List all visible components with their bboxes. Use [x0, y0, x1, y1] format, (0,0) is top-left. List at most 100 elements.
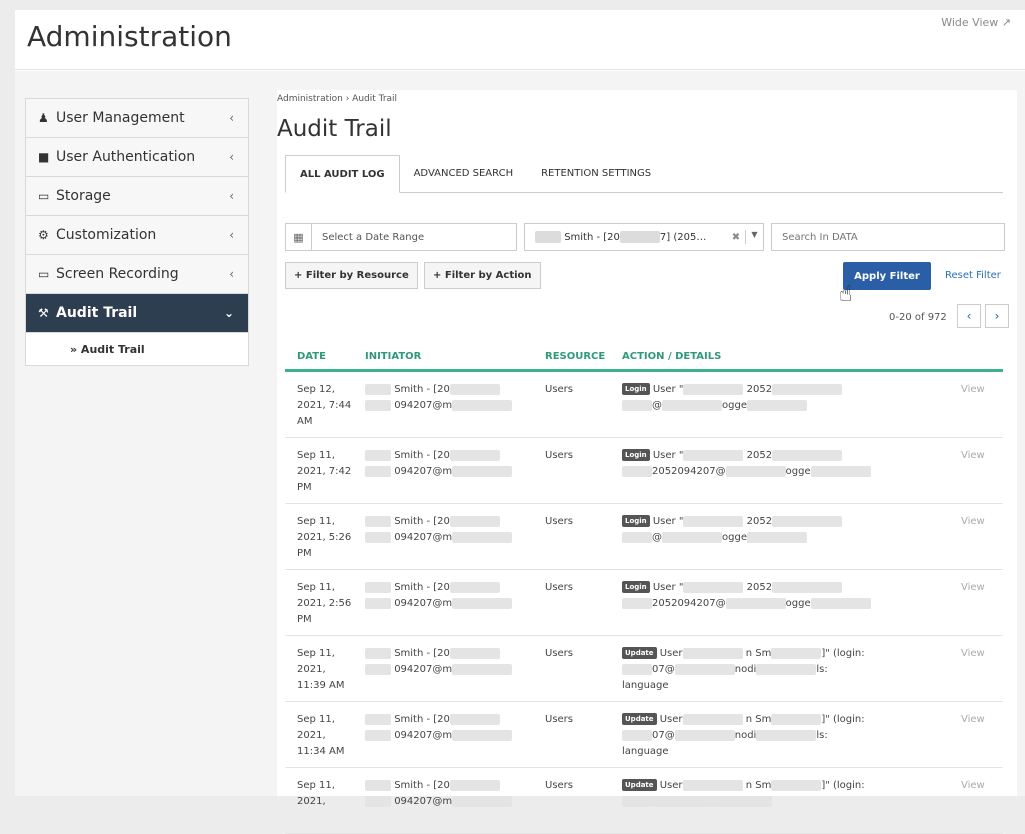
search-data-input[interactable]	[771, 223, 1005, 251]
cell-action-details: Login User " 2052 @ ogge	[618, 514, 951, 546]
action-text: User "	[652, 384, 684, 395]
redacted-block	[365, 581, 391, 593]
chevron-left-icon: ‹	[229, 189, 234, 203]
redacted-block	[662, 531, 722, 543]
sidebar-item-storage[interactable]: ▭ Storage ‹	[26, 177, 248, 216]
redacted-block	[622, 795, 652, 807]
initiator-email: 094207@m	[394, 400, 453, 411]
cell-initiator: Smith - [20 094207@m	[353, 514, 543, 546]
hand-cursor-icon: ☝	[839, 282, 853, 307]
redacted-block	[452, 399, 513, 411]
view-link[interactable]: View	[951, 580, 1003, 596]
redacted-block	[674, 663, 735, 675]
redacted-block	[771, 647, 822, 659]
view-link[interactable]: View	[951, 646, 1003, 662]
column-header-resource[interactable]: RESOURCE	[543, 351, 618, 362]
date-range-picker[interactable]: ▦ Select a Date Range	[285, 223, 517, 251]
redacted-block	[622, 465, 652, 477]
chevron-left-icon: ‹	[966, 309, 972, 323]
redacted-block	[622, 729, 652, 741]
initiator-email: 094207@m	[394, 466, 453, 477]
cell-date: Sep 11, 2021, 2:56 PM	[297, 582, 352, 625]
sidebar-item-label: User Authentication	[56, 149, 196, 165]
sidebar-item-screen-recording[interactable]: ▭ Screen Recording ‹	[26, 255, 248, 294]
redacted-block	[452, 597, 513, 609]
redacted-block	[452, 795, 513, 807]
sidebar-item-customization[interactable]: ⚙ Customization ‹	[26, 216, 248, 255]
chevron-right-icon: ›	[994, 309, 1000, 323]
table-row[interactable]: Sep 11, 2021, 5:26 PM Smith - [20 094207…	[285, 504, 1003, 570]
action-badge: Login	[622, 383, 650, 395]
action-text: User "	[652, 516, 684, 527]
table-row[interactable]: Sep 11, 2021, 2:56 PM Smith - [20 094207…	[285, 570, 1003, 636]
cell-resource: Users	[545, 384, 574, 395]
initiator-email: 094207@m	[394, 532, 453, 543]
table-row[interactable]: Sep 11, 2021, 11:39 AM Smith - [20 09420…	[285, 636, 1003, 702]
redacted-block	[683, 515, 744, 527]
action-text: n Sm	[745, 648, 772, 659]
redacted-block	[365, 515, 391, 527]
sidebar-item-user-management[interactable]: ♟ User Management ‹	[26, 99, 248, 138]
redacted-block	[756, 663, 817, 675]
redacted-block	[622, 663, 652, 675]
table-row[interactable]: Sep 11, 2021, 7:42 PM Smith - [20 094207…	[285, 438, 1003, 504]
chevron-down-icon: ⌄	[223, 306, 234, 320]
redacted-block	[622, 531, 652, 543]
sidebar-item-audit-trail[interactable]: ⚒ Audit Trail ⌄	[26, 294, 248, 333]
view-link[interactable]: View	[951, 514, 1003, 530]
next-page-button[interactable]: ›	[985, 304, 1009, 328]
cell-initiator: Smith - [20 094207@m	[353, 382, 543, 414]
sidebar-subitem-audit-trail[interactable]: » Audit Trail	[26, 333, 248, 365]
main-panel: Administration › Audit Trail Audit Trail…	[277, 90, 1017, 834]
cell-date: Sep 11, 2021, 11:39 AM	[297, 648, 345, 691]
clear-selection-icon[interactable]: ✖	[727, 232, 745, 243]
filter-by-resource-button[interactable]: + Filter by Resource	[285, 262, 418, 289]
view-link[interactable]: View	[951, 382, 1003, 398]
action-badge: Update	[622, 647, 657, 659]
chevron-down-icon[interactable]: ▼	[745, 230, 763, 244]
prev-page-button[interactable]: ‹	[957, 304, 981, 328]
sidebar-item-label: User Management	[56, 110, 185, 126]
chevron-left-icon: ‹	[229, 150, 234, 164]
tab-advanced-search[interactable]: ADVANCED SEARCH	[400, 155, 528, 192]
breadcrumb[interactable]: Administration › Audit Trail	[277, 94, 397, 104]
tab-retention-settings[interactable]: RETENTION SETTINGS	[527, 155, 665, 192]
redacted-block	[712, 795, 772, 807]
initiator-select-tail: 7] (205…	[659, 232, 707, 243]
redacted-block	[365, 795, 391, 807]
view-link[interactable]: View	[951, 712, 1003, 728]
action-text: nodi	[734, 664, 757, 675]
table-row[interactable]: Sep 12, 2021, 7:44 AM Smith - [20 094207…	[285, 372, 1003, 438]
user-icon: ♟	[38, 111, 49, 125]
redacted-block	[449, 713, 500, 725]
chevron-left-icon: ‹	[229, 111, 234, 125]
redacted-block	[682, 647, 743, 659]
redacted-block	[622, 399, 652, 411]
redacted-block	[452, 729, 513, 741]
wide-view-link[interactable]: Wide View ↗	[941, 16, 1011, 29]
redacted-block	[746, 531, 807, 543]
table-row[interactable]: Sep 11, 2021, Smith - [20 094207@m Users U…	[285, 768, 1003, 834]
table-row[interactable]: Sep 11, 2021, 11:34 AM Smith - [20 09420…	[285, 702, 1003, 768]
monitor-icon: ▭	[38, 267, 50, 281]
filter-by-action-button[interactable]: + Filter by Action	[424, 262, 541, 289]
initiator-select-value: Smith - [20 7] (205…	[525, 231, 727, 243]
column-header-action[interactable]: ACTION / DETAILS	[618, 351, 951, 362]
cell-initiator: Smith - [20 094207@m	[353, 712, 543, 744]
reset-filter-link[interactable]: Reset Filter	[945, 270, 1001, 281]
sidebar-item-label: Audit Trail	[56, 305, 138, 321]
initiator-select[interactable]: Smith - [20 7] (205… ✖ ▼	[524, 223, 764, 251]
column-header-initiator[interactable]: INITIATOR	[353, 351, 543, 362]
action-text: 2052	[746, 450, 773, 461]
cell-action-details: Login User " 2052 @ ogge	[618, 382, 951, 414]
action-badge: Update	[622, 713, 657, 725]
redacted-block	[449, 515, 500, 527]
sidebar-item-user-authentication[interactable]: ■ User Authentication ‹	[26, 138, 248, 177]
tab-all-audit-log[interactable]: ALL AUDIT LOG	[285, 155, 400, 193]
column-header-date[interactable]: DATE	[285, 351, 353, 362]
view-link[interactable]: View	[951, 448, 1003, 464]
cell-resource: Users	[545, 582, 574, 593]
apply-filter-button[interactable]: Apply Filter	[843, 262, 931, 290]
view-link[interactable]: View	[951, 778, 1003, 794]
action-text: n Sm	[745, 714, 772, 725]
